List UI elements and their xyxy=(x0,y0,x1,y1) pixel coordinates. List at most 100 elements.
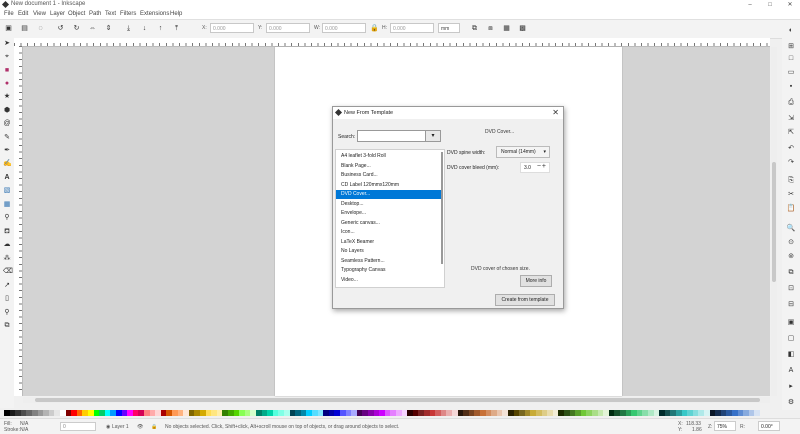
list-item[interactable]: Generic canvas... xyxy=(336,219,442,228)
fill-stroke-icon[interactable]: ◧ xyxy=(786,350,796,359)
template-list-scrollbar[interactable] xyxy=(441,152,443,264)
raise-to-top-icon[interactable]: ⤒ xyxy=(172,24,181,33)
menu-file[interactable]: File xyxy=(4,11,14,17)
list-item[interactable]: Blank Page... xyxy=(336,162,442,171)
list-item[interactable]: Desktop... xyxy=(336,200,442,209)
menu-path[interactable]: Path xyxy=(89,11,101,17)
list-item-selected[interactable]: DVD Cover... xyxy=(336,190,442,199)
menu-view[interactable]: View xyxy=(33,11,46,17)
h-input[interactable]: 0.000 xyxy=(390,23,434,33)
rotation-input[interactable]: 0.00° xyxy=(758,421,780,431)
rectangle-tool-icon[interactable]: ■ xyxy=(3,67,11,75)
menu-extensions[interactable]: Extensions xyxy=(140,11,169,17)
search-dropdown-button[interactable]: ▾ xyxy=(425,130,441,142)
deselect-icon[interactable]: ◌ xyxy=(36,24,45,33)
3d-box-tool-icon[interactable]: ⬢ xyxy=(3,107,11,115)
w-input[interactable]: 0.000 xyxy=(322,23,366,33)
menu-edit[interactable]: Edit xyxy=(18,11,28,17)
print-icon[interactable]: ⎙ xyxy=(786,98,796,107)
palette-swatch[interactable] xyxy=(754,410,761,416)
mesh-tool-icon[interactable]: ▦ xyxy=(3,201,11,209)
zoom-page-icon[interactable]: ⊚ xyxy=(786,252,796,261)
lower-icon[interactable]: ↓ xyxy=(140,24,149,33)
open-document-icon[interactable]: ▭ xyxy=(786,68,796,77)
flip-vertical-icon[interactable]: ⇕ xyxy=(104,24,113,33)
spine-width-select[interactable]: Normal (14mm) ▾ xyxy=(496,146,550,158)
select-all-layers-icon[interactable]: ▤ xyxy=(20,24,29,33)
layer-eye-icon[interactable]: 👁 xyxy=(137,424,143,430)
layer-visibility-icon[interactable]: ◉ xyxy=(106,424,110,430)
list-item[interactable]: LaTeX Beamer xyxy=(336,238,442,247)
pen-tool-icon[interactable]: ✒ xyxy=(3,147,11,155)
rotate-cw-icon[interactable]: ↻ xyxy=(72,24,81,33)
calligraphy-tool-icon[interactable]: ✍ xyxy=(3,160,12,168)
close-window-button[interactable]: ✕ xyxy=(780,0,800,10)
raise-icon[interactable]: ↑ xyxy=(156,24,165,33)
x-input[interactable]: 0.000 xyxy=(210,23,254,33)
node-tool-icon[interactable]: ⌖ xyxy=(3,53,11,61)
spiral-tool-icon[interactable]: @ xyxy=(3,120,11,128)
undo-icon[interactable]: ↶ xyxy=(786,144,796,153)
create-from-template-button[interactable]: Create from template xyxy=(495,294,555,306)
more-commands-icon[interactable]: ▸ xyxy=(786,382,796,391)
move-gradients-icon[interactable]: ▦ xyxy=(502,24,511,33)
duplicate-icon[interactable]: ⧉ xyxy=(786,268,796,277)
preferences-icon[interactable]: ⚙ xyxy=(786,398,796,407)
move-patterns-icon[interactable]: ▩ xyxy=(518,24,527,33)
save-document-icon[interactable]: ▪ xyxy=(786,82,796,91)
paste-icon[interactable]: 📋 xyxy=(786,204,796,213)
flip-horizontal-icon[interactable]: ⇔ xyxy=(88,24,97,33)
zoom-input[interactable]: 75% xyxy=(714,421,736,431)
dropper-tool-icon[interactable]: ⚲ xyxy=(3,214,11,222)
text-tool-icon[interactable]: A xyxy=(3,174,11,182)
zoom-drawing-icon[interactable]: ⊙ xyxy=(786,238,796,247)
spray-tool-icon[interactable]: ⁂ xyxy=(3,255,11,263)
export-icon[interactable]: ⇱ xyxy=(786,128,796,137)
group-icon[interactable]: ▣ xyxy=(786,318,796,327)
lock-ratio-icon[interactable]: 🔒 xyxy=(370,24,379,33)
star-tool-icon[interactable]: ★ xyxy=(3,93,11,101)
layer-lock-icon[interactable]: 🔒 xyxy=(151,424,157,430)
text-font-icon[interactable]: A xyxy=(786,366,796,375)
more-info-button[interactable]: More info xyxy=(520,275,552,287)
list-item[interactable]: Business Card... xyxy=(336,171,442,180)
vertical-scrollbar[interactable] xyxy=(771,47,777,396)
menu-help[interactable]: Help xyxy=(170,11,182,17)
snap-toggle-icon[interactable]: ◐ xyxy=(786,26,796,35)
list-item[interactable]: Icon... xyxy=(336,228,442,237)
y-input[interactable]: 0.000 xyxy=(266,23,310,33)
opacity-input[interactable]: 0 xyxy=(60,422,96,431)
menu-filters[interactable]: Filters xyxy=(120,11,136,17)
scale-stroke-icon[interactable]: ⧉ xyxy=(470,24,479,33)
import-icon[interactable]: ⇲ xyxy=(786,114,796,123)
bleed-stepper[interactable]: −+ xyxy=(537,162,547,172)
eraser-tool-icon[interactable]: ⌫ xyxy=(3,268,13,276)
dialog-close-button[interactable]: ✕ xyxy=(552,108,559,117)
zoom-selection-icon[interactable]: 🔍 xyxy=(786,224,796,233)
list-item[interactable]: Envelope... xyxy=(336,209,442,218)
bleed-input[interactable]: 3.0 −+ xyxy=(520,162,550,173)
measure-tool-icon[interactable]: ▯ xyxy=(3,295,11,303)
list-item[interactable]: Video... xyxy=(336,276,442,285)
new-document-icon[interactable]: □ xyxy=(786,54,796,63)
list-item[interactable]: CD Label 120mmx120mm xyxy=(336,181,442,190)
select-all-icon[interactable]: ▣ xyxy=(4,24,13,33)
selector-tool-icon[interactable]: ➤ xyxy=(3,40,11,48)
zoom-tool-icon[interactable]: ⚲ xyxy=(3,309,11,317)
menu-object[interactable]: Object xyxy=(68,11,85,17)
rotate-ccw-icon[interactable]: ↺ xyxy=(56,24,65,33)
tweak-tool-icon[interactable]: ☁ xyxy=(3,241,11,249)
paint-bucket-tool-icon[interactable]: ⛾ xyxy=(3,228,11,236)
cut-icon[interactable]: ✂ xyxy=(786,190,796,199)
list-item[interactable]: Typography Canvas xyxy=(336,266,442,275)
unlink-clone-icon[interactable]: ⊟ xyxy=(786,300,796,309)
vertical-scroll-thumb[interactable] xyxy=(772,162,776,282)
list-item[interactable]: Seamless Pattern... xyxy=(336,257,442,266)
minimize-button[interactable]: – xyxy=(740,0,760,10)
ungroup-icon[interactable]: ▢ xyxy=(786,334,796,343)
horizontal-scrollbar[interactable] xyxy=(23,397,770,403)
scale-corners-icon[interactable]: ⧈ xyxy=(486,24,495,33)
copy-icon[interactable]: ⎘ xyxy=(786,176,796,185)
list-item[interactable]: No Layers xyxy=(336,247,442,256)
horizontal-scroll-thumb[interactable] xyxy=(35,398,760,402)
